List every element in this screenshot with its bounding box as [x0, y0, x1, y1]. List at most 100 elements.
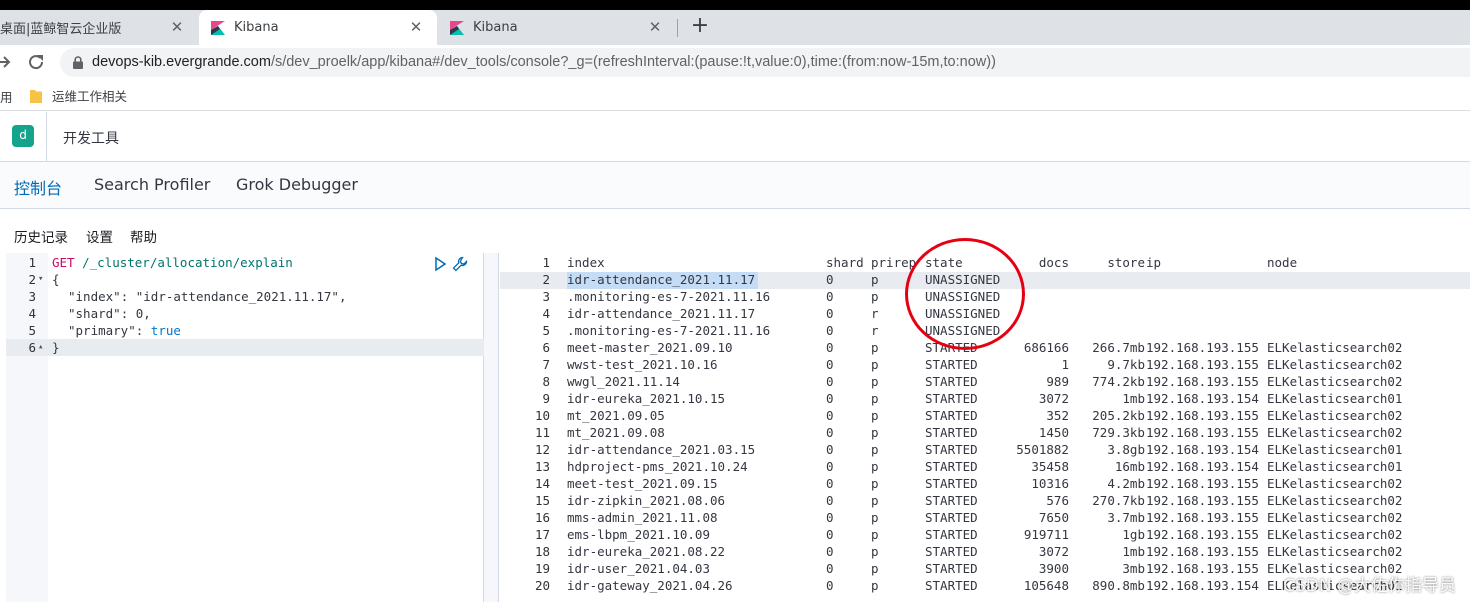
cell-shard: 0 — [826, 425, 834, 440]
cell-prirep: p — [871, 391, 879, 406]
close-tab-icon[interactable]: ✕ — [407, 18, 425, 36]
cell-docs: docs — [1038, 255, 1069, 270]
url-path: /s/dev_proelk/app/kibana#/dev_tools/cons… — [270, 54, 996, 70]
cell-prirep: p — [871, 459, 879, 474]
bookmark-folder-label: 运维工作相关 — [52, 89, 128, 104]
bookmark-folder-ops[interactable]: 运维工作相关 — [30, 86, 127, 105]
tab-console[interactable]: 控制台 — [14, 175, 63, 212]
reload-icon[interactable] — [24, 50, 48, 74]
cell-docs: 352 — [1046, 408, 1069, 423]
cell-store: 205.2kb — [1092, 408, 1145, 423]
line-number: 7 — [542, 357, 550, 372]
line-number: 18 — [534, 544, 550, 559]
line-number: 1 — [542, 255, 550, 270]
line-number: 3 — [28, 289, 36, 304]
cell-ip: 192.168.193.154 — [1146, 442, 1259, 457]
browser-tab-kibana[interactable]: Kibana ✕ — [438, 10, 676, 45]
request-line-6[interactable]: } — [52, 339, 60, 356]
cell-prirep: p — [871, 544, 879, 559]
cell-node: node — [1267, 255, 1298, 270]
close-tab-icon[interactable]: ✕ — [646, 18, 664, 36]
help-link[interactable]: 帮助 — [130, 226, 157, 246]
cell-docs: 105648 — [1023, 578, 1069, 593]
cell-shard: 0 — [826, 527, 834, 542]
cell-store: 890.8mb — [1092, 578, 1145, 593]
panel-resizer[interactable] — [484, 253, 499, 602]
cell-ip: 192.168.193.155 — [1146, 357, 1259, 372]
close-tab-icon[interactable]: ✕ — [168, 18, 186, 36]
json-sep: : — [135, 323, 151, 338]
cell-store: 270.7kb — [1092, 493, 1145, 508]
tab-title: Kibana — [234, 20, 279, 35]
cell-docs: 10316 — [1031, 476, 1069, 491]
request-path: /_cluster/allocation/explain — [74, 255, 293, 270]
url-text[interactable]: devops-kib.evergrande.com/s/dev_proelk/a… — [92, 54, 996, 70]
forward-arrow-icon[interactable] — [0, 50, 16, 74]
cell-shard: 0 — [826, 272, 834, 287]
settings-link[interactable]: 设置 — [86, 226, 113, 246]
cell-node: ELKelasticsearch01 — [1267, 459, 1403, 474]
cell-state: STARTED — [925, 510, 978, 525]
tab-search-profiler[interactable]: Search Profiler — [94, 175, 210, 205]
cell-state: STARTED — [925, 459, 978, 474]
cell-node: ELKelasticsearch02 — [1267, 357, 1403, 372]
json-value: true — [150, 323, 181, 338]
lock-icon[interactable] — [72, 56, 84, 69]
new-tab-button[interactable]: + — [688, 15, 712, 39]
cell-node: ELKelasticsearch02 — [1267, 544, 1403, 559]
request-line-2[interactable]: { — [52, 271, 60, 288]
cell-state: STARTED — [925, 442, 978, 457]
cell-store: 16mb — [1114, 459, 1145, 474]
cell-index: index — [567, 255, 605, 270]
history-link[interactable]: 历史记录 — [14, 226, 68, 246]
request-line-5[interactable]: "primary": true — [68, 322, 181, 339]
cell-node: ELKelasticsearch02 — [1267, 425, 1403, 440]
cell-node: ELKelasticsearch01 — [1267, 442, 1403, 457]
fold-toggle-icon[interactable]: ▾ — [38, 271, 43, 288]
kibana-logo-icon — [211, 20, 225, 35]
tab-grok-debugger[interactable]: Grok Debugger — [236, 175, 358, 205]
request-line-3[interactable]: "index": "idr-attendance_2021.11.17", — [68, 288, 346, 305]
line-number: 3 — [542, 289, 550, 304]
json-key: "primary" — [68, 323, 136, 338]
cell-index: meet-master_2021.09.10 — [567, 340, 733, 355]
cell-index: idr-gateway_2021.04.26 — [567, 578, 733, 593]
line-number: 2 — [28, 272, 36, 287]
cell-state: STARTED — [925, 374, 978, 389]
tab-title: 桌面|蓝鲸智云企业版 — [0, 22, 122, 37]
request-line-1[interactable]: GET /_cluster/allocation/explain — [52, 254, 293, 271]
cell-index: idr-attendance_2021.11.17 — [567, 306, 756, 321]
cell-state: STARTED — [925, 476, 978, 491]
wrench-icon[interactable] — [452, 256, 468, 272]
cell-index: ems-lbpm_2021.10.09 — [567, 527, 710, 542]
cell-store: 3.8gb — [1107, 442, 1145, 457]
line-number: 4 — [542, 306, 550, 321]
browser-tab-kibana-active[interactable]: Kibana ✕ — [199, 10, 437, 45]
space-avatar[interactable]: d — [12, 125, 34, 147]
cell-docs: 1450 — [1038, 425, 1069, 440]
cell-ip: 192.168.193.155 — [1146, 561, 1259, 576]
json-value: "idr-attendance_2021.11.17" — [135, 289, 339, 304]
bookmark-apps[interactable]: 用 — [0, 87, 13, 106]
cell-prirep: p — [871, 289, 879, 304]
window-top-edge — [0, 0, 1470, 10]
fold-toggle-icon[interactable]: ▴ — [38, 339, 43, 356]
request-line-4[interactable]: "shard": 0, — [68, 305, 151, 322]
folder-icon — [30, 89, 42, 103]
cell-ip: 192.168.193.154 — [1146, 578, 1259, 593]
cell-index: idr-attendance_2021.11.17 — [567, 272, 756, 287]
line-number: 8 — [542, 374, 550, 389]
cell-docs: 35458 — [1031, 459, 1069, 474]
line-number: 16 — [534, 510, 550, 525]
cell-docs: 576 — [1046, 493, 1069, 508]
tab-title: Kibana — [473, 20, 518, 35]
annotation-circle — [905, 238, 1025, 350]
play-icon[interactable] — [432, 256, 448, 272]
address-bar[interactable]: devops-kib.evergrande.com/s/dev_proelk/a… — [60, 48, 1470, 77]
line-number: 6 — [28, 340, 36, 355]
url-host: devops-kib.evergrande.com — [92, 54, 271, 70]
cell-shard: 0 — [826, 459, 834, 474]
cell-shard: 0 — [826, 323, 834, 338]
cell-ip: 192.168.193.155 — [1146, 476, 1259, 491]
browser-tab-bluking[interactable]: 桌面|蓝鲸智云企业版 ✕ — [0, 10, 198, 45]
